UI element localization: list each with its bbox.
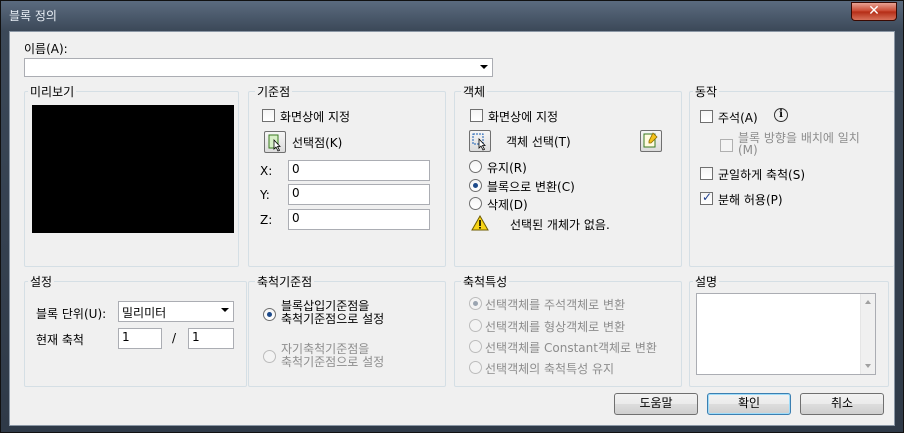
description-textarea[interactable]	[696, 293, 876, 375]
annotative-checkbox[interactable]	[700, 110, 713, 123]
objects-specify-on-screen-label: 화면상에 지정	[488, 110, 559, 124]
allow-exploding-label: 분해 허용(P)	[718, 193, 783, 207]
scale-uniformly-checkbox[interactable]	[700, 167, 713, 180]
z-label: Z:	[260, 213, 273, 227]
scale-base-insertion-line1: 블록삽입기준점을	[281, 299, 370, 313]
select-objects-icon	[472, 133, 486, 151]
chevron-down-icon[interactable]	[480, 65, 488, 69]
scale-uniformly-label: 균일하게 축척(S)	[718, 168, 806, 182]
y-label: Y:	[260, 188, 270, 202]
ok-button[interactable]: 확인	[707, 393, 791, 415]
convert-to-block-radio[interactable]	[469, 179, 482, 192]
scroll-up-icon[interactable]	[865, 300, 871, 304]
match-orientation-suffix: (M)	[738, 143, 758, 157]
scale-base-self-radio[interactable]	[263, 350, 276, 363]
x-coordinate-input[interactable]: 0	[288, 160, 430, 181]
close-button[interactable]: ✕	[851, 2, 897, 21]
allow-exploding-checkbox[interactable]	[700, 190, 713, 205]
block-preview-canvas	[32, 105, 234, 233]
name-label: 이름(A):	[24, 42, 68, 56]
title-bar[interactable]: 블록 정의 ✕	[1, 1, 903, 31]
warning-icon	[471, 215, 489, 231]
block-unit-label: 블록 단위(U):	[36, 307, 107, 321]
scale-denominator-input[interactable]: 1	[188, 328, 234, 349]
scale-base-insertion-line2: 축척기준점으로 설정	[281, 312, 385, 326]
select-objects-button[interactable]	[469, 130, 491, 152]
block-unit-select[interactable]: 밀리미터	[118, 301, 234, 322]
description-scrollbar[interactable]	[860, 294, 875, 374]
pick-point-label: 선택점(K)	[292, 136, 343, 150]
scale-base-group: 축척기준점	[248, 273, 446, 387]
selection-status-text: 선택된 개체가 없음.	[510, 218, 610, 232]
scale-prop-keep-radio[interactable]	[469, 361, 482, 374]
scale-prop-annotative-label: 선택객체를 주석객체로 변환	[485, 298, 626, 312]
objects-specify-on-screen-checkbox[interactable]	[470, 109, 483, 122]
delete-label: 삭제(D)	[487, 198, 528, 212]
scale-base-self-line2: 축척기준점으로 설정	[281, 355, 385, 369]
scale-separator: /	[172, 331, 177, 345]
scale-properties-title: 축척특성	[461, 273, 510, 290]
match-orientation-checkbox[interactable]	[720, 139, 733, 152]
scale-prop-constant-radio[interactable]	[469, 340, 482, 353]
window-title: 블록 정의	[9, 9, 57, 23]
help-button[interactable]: 도움말	[614, 393, 698, 415]
quick-select-icon	[643, 132, 658, 148]
block-definition-dialog: 블록 정의 ✕ 이름(A): 미리보기 기준점 화면상에 지정 선택점(K) X…	[0, 0, 904, 433]
base-point-specify-on-screen-checkbox[interactable]	[262, 109, 275, 122]
scale-prop-shape-radio[interactable]	[469, 319, 482, 332]
scale-prop-constant-label: 선택객체를 Constant객체로 변환	[485, 341, 657, 355]
retain-radio[interactable]	[469, 160, 482, 173]
annotative-label: 주석(A)	[718, 111, 758, 125]
objects-title: 객체	[461, 83, 488, 100]
behavior-title: 동작	[693, 83, 720, 100]
scale-numerator-input[interactable]: 1	[118, 328, 162, 349]
info-icon[interactable]: i	[774, 108, 788, 122]
pick-point-icon	[268, 134, 281, 152]
base-point-specify-on-screen-label: 화면상에 지정	[280, 110, 351, 124]
current-scale-label: 현재 축척	[36, 333, 84, 347]
scale-prop-shape-label: 선택객체를 형상객체로 변환	[485, 320, 626, 334]
block-unit-value: 밀리미터	[122, 306, 167, 320]
retain-label: 유지(R)	[487, 161, 527, 175]
description-title: 설명	[693, 273, 720, 290]
dialog-client-area: 이름(A): 미리보기 기준점 화면상에 지정 선택점(K) X: 0 Y: 0…	[9, 31, 895, 426]
convert-to-block-label: 블록으로 변환(C)	[487, 180, 575, 194]
scale-base-self-line1: 자기축척기준점을	[281, 342, 370, 356]
cancel-button[interactable]: 취소	[800, 393, 884, 415]
y-coordinate-input[interactable]: 0	[288, 184, 430, 205]
quick-select-button[interactable]	[640, 130, 662, 152]
scale-base-insertion-radio[interactable]	[263, 308, 276, 321]
settings-title: 설정	[28, 273, 55, 290]
base-point-title: 기준점	[255, 83, 293, 100]
pick-point-button[interactable]	[264, 131, 286, 153]
scale-base-title: 축척기준점	[255, 273, 315, 290]
select-objects-label: 객체 선택(T)	[506, 135, 571, 149]
chevron-down-icon[interactable]	[221, 308, 229, 312]
scale-prop-keep-label: 선택객체의 축척특성 유지	[485, 362, 615, 376]
x-label: X:	[260, 164, 273, 178]
z-coordinate-input[interactable]: 0	[288, 209, 430, 230]
preview-title: 미리보기	[28, 83, 77, 100]
delete-radio[interactable]	[469, 197, 482, 210]
name-combobox[interactable]	[24, 58, 493, 77]
scroll-down-icon[interactable]	[865, 364, 871, 368]
scale-prop-annotative-radio[interactable]	[469, 297, 482, 310]
